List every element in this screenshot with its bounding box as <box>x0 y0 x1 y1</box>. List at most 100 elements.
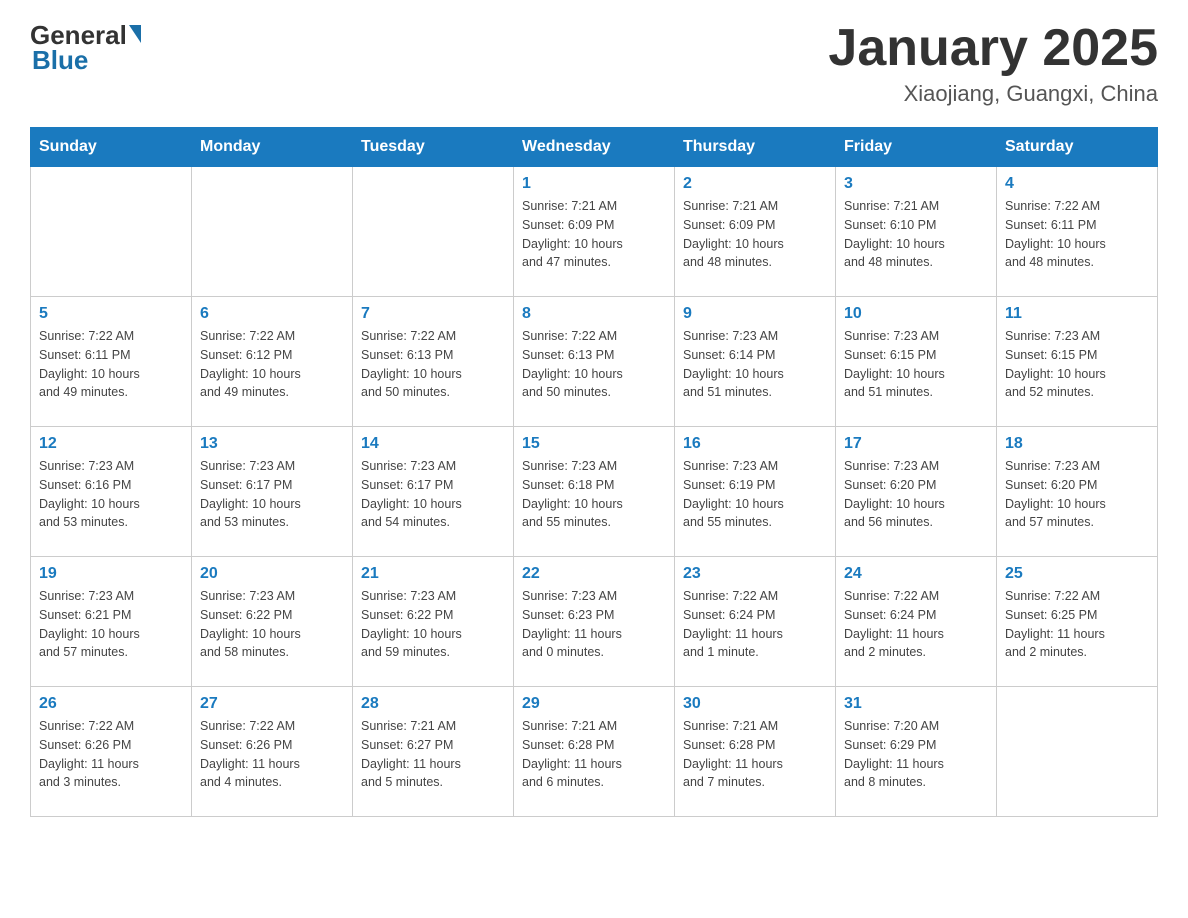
day-info: Sunrise: 7:22 AM Sunset: 6:26 PM Dayligh… <box>39 717 183 792</box>
day-number: 31 <box>844 695 988 713</box>
day-number: 19 <box>39 565 183 583</box>
weekday-monday: Monday <box>192 128 353 167</box>
logo: General Blue <box>30 20 141 76</box>
day-number: 2 <box>683 175 827 193</box>
day-info: Sunrise: 7:21 AM Sunset: 6:09 PM Dayligh… <box>683 197 827 272</box>
day-cell: 20Sunrise: 7:23 AM Sunset: 6:22 PM Dayli… <box>192 557 353 687</box>
day-number: 6 <box>200 305 344 323</box>
month-title: January 2025 <box>828 20 1158 77</box>
day-info: Sunrise: 7:23 AM Sunset: 6:23 PM Dayligh… <box>522 587 666 662</box>
day-number: 13 <box>200 435 344 453</box>
day-cell: 2 Sunrise: 7:21 AM Sunset: 6:09 PM Daylig… <box>675 167 836 297</box>
day-cell: 15Sunrise: 7:23 AM Sunset: 6:18 PM Dayli… <box>514 427 675 557</box>
day-number: 4 <box>1005 175 1149 193</box>
weekday-header-row: SundayMondayTuesdayWednesdayThursdayFrid… <box>31 128 1158 167</box>
day-info: Sunrise: 7:23 AM Sunset: 6:21 PM Dayligh… <box>39 587 183 662</box>
day-cell: 13 Sunrise: 7:23 AM Sunset: 6:17 PM Dayli… <box>192 427 353 557</box>
weekday-sunday: Sunday <box>31 128 192 167</box>
day-cell: 14 Sunrise: 7:23 AM Sunset: 6:17 PM Dayli… <box>353 427 514 557</box>
day-number: 22 <box>522 565 666 583</box>
day-number: 9 <box>683 305 827 323</box>
day-info: Sunrise: 7:21 AM Sunset: 6:09 PM Dayligh… <box>522 197 666 272</box>
day-number: 12 <box>39 435 183 453</box>
week-row-4: 19 Sunrise: 7:23 AM Sunset: 6:21 PM Dayli… <box>31 557 1158 687</box>
day-cell: 29 Sunrise: 7:21 AM Sunset: 6:28 PM Dayli… <box>514 687 675 817</box>
day-info: Sunrise: 7:21 AM Sunset: 6:27 PM Dayligh… <box>361 717 505 792</box>
day-info: Sunrise: 7:22 AM Sunset: 6:26 PM Dayligh… <box>200 717 344 792</box>
day-number: 24 <box>844 565 988 583</box>
day-cell: 8Sunrise: 7:22 AM Sunset: 6:13 PM Daylig… <box>514 297 675 427</box>
day-number: 3 <box>844 175 988 193</box>
weekday-saturday: Saturday <box>997 128 1158 167</box>
logo-triangle-icon <box>129 25 141 43</box>
day-cell: 1Sunrise: 7:21 AM Sunset: 6:09 PM Daylig… <box>514 167 675 297</box>
day-cell: 6 Sunrise: 7:22 AM Sunset: 6:12 PM Daylig… <box>192 297 353 427</box>
day-info: Sunrise: 7:22 AM Sunset: 6:11 PM Dayligh… <box>1005 197 1149 272</box>
week-row-3: 12Sunrise: 7:23 AM Sunset: 6:16 PM Dayli… <box>31 427 1158 557</box>
day-info: Sunrise: 7:23 AM Sunset: 6:22 PM Dayligh… <box>200 587 344 662</box>
day-info: Sunrise: 7:23 AM Sunset: 6:20 PM Dayligh… <box>844 457 988 532</box>
day-cell: 9 Sunrise: 7:23 AM Sunset: 6:14 PM Daylig… <box>675 297 836 427</box>
day-cell: 11 Sunrise: 7:23 AM Sunset: 6:15 PM Dayli… <box>997 297 1158 427</box>
day-number: 25 <box>1005 565 1149 583</box>
week-row-5: 26Sunrise: 7:22 AM Sunset: 6:26 PM Dayli… <box>31 687 1158 817</box>
weekday-tuesday: Tuesday <box>353 128 514 167</box>
title-block: January 2025 Xiaojiang, Guangxi, China <box>828 20 1158 107</box>
day-info: Sunrise: 7:22 AM Sunset: 6:24 PM Dayligh… <box>683 587 827 662</box>
day-number: 18 <box>1005 435 1149 453</box>
day-cell: 30 Sunrise: 7:21 AM Sunset: 6:28 PM Dayli… <box>675 687 836 817</box>
day-info: Sunrise: 7:23 AM Sunset: 6:22 PM Dayligh… <box>361 587 505 662</box>
day-number: 28 <box>361 695 505 713</box>
day-info: Sunrise: 7:23 AM Sunset: 6:17 PM Dayligh… <box>361 457 505 532</box>
day-number: 29 <box>522 695 666 713</box>
day-info: Sunrise: 7:23 AM Sunset: 6:17 PM Dayligh… <box>200 457 344 532</box>
day-number: 23 <box>683 565 827 583</box>
day-cell: 23 Sunrise: 7:22 AM Sunset: 6:24 PM Dayli… <box>675 557 836 687</box>
day-number: 14 <box>361 435 505 453</box>
day-cell: 28 Sunrise: 7:21 AM Sunset: 6:27 PM Dayli… <box>353 687 514 817</box>
weekday-thursday: Thursday <box>675 128 836 167</box>
location: Xiaojiang, Guangxi, China <box>828 81 1158 107</box>
day-info: Sunrise: 7:23 AM Sunset: 6:14 PM Dayligh… <box>683 327 827 402</box>
day-number: 10 <box>844 305 988 323</box>
day-info: Sunrise: 7:22 AM Sunset: 6:24 PM Dayligh… <box>844 587 988 662</box>
day-number: 7 <box>361 305 505 323</box>
day-info: Sunrise: 7:21 AM Sunset: 6:28 PM Dayligh… <box>683 717 827 792</box>
day-info: Sunrise: 7:23 AM Sunset: 6:15 PM Dayligh… <box>844 327 988 402</box>
day-number: 5 <box>39 305 183 323</box>
day-cell: 25 Sunrise: 7:22 AM Sunset: 6:25 PM Dayli… <box>997 557 1158 687</box>
day-number: 8 <box>522 305 666 323</box>
logo-blue-text: Blue <box>32 45 88 75</box>
day-cell: 18Sunrise: 7:23 AM Sunset: 6:20 PM Dayli… <box>997 427 1158 557</box>
day-number: 21 <box>361 565 505 583</box>
week-row-2: 5Sunrise: 7:22 AM Sunset: 6:11 PM Daylig… <box>31 297 1158 427</box>
day-cell <box>353 167 514 297</box>
day-info: Sunrise: 7:22 AM Sunset: 6:13 PM Dayligh… <box>361 327 505 402</box>
day-number: 17 <box>844 435 988 453</box>
day-cell: 26Sunrise: 7:22 AM Sunset: 6:26 PM Dayli… <box>31 687 192 817</box>
day-cell: 4 Sunrise: 7:22 AM Sunset: 6:11 PM Daylig… <box>997 167 1158 297</box>
day-cell <box>192 167 353 297</box>
weekday-friday: Friday <box>836 128 997 167</box>
day-info: Sunrise: 7:23 AM Sunset: 6:18 PM Dayligh… <box>522 457 666 532</box>
weekday-wednesday: Wednesday <box>514 128 675 167</box>
day-number: 27 <box>200 695 344 713</box>
day-cell: 16Sunrise: 7:23 AM Sunset: 6:19 PM Dayli… <box>675 427 836 557</box>
day-cell: 21 Sunrise: 7:23 AM Sunset: 6:22 PM Dayli… <box>353 557 514 687</box>
day-cell: 22 Sunrise: 7:23 AM Sunset: 6:23 PM Dayli… <box>514 557 675 687</box>
day-cell: 10 Sunrise: 7:23 AM Sunset: 6:15 PM Dayli… <box>836 297 997 427</box>
day-info: Sunrise: 7:22 AM Sunset: 6:12 PM Dayligh… <box>200 327 344 402</box>
day-info: Sunrise: 7:23 AM Sunset: 6:15 PM Dayligh… <box>1005 327 1149 402</box>
day-cell: 7 Sunrise: 7:22 AM Sunset: 6:13 PM Daylig… <box>353 297 514 427</box>
day-info: Sunrise: 7:21 AM Sunset: 6:28 PM Dayligh… <box>522 717 666 792</box>
day-cell: 31 Sunrise: 7:20 AM Sunset: 6:29 PM Dayli… <box>836 687 997 817</box>
day-number: 16 <box>683 435 827 453</box>
day-info: Sunrise: 7:20 AM Sunset: 6:29 PM Dayligh… <box>844 717 988 792</box>
week-row-1: 1Sunrise: 7:21 AM Sunset: 6:09 PM Daylig… <box>31 167 1158 297</box>
page-header: General Blue January 2025 Xiaojiang, Gua… <box>30 20 1158 107</box>
day-number: 30 <box>683 695 827 713</box>
day-info: Sunrise: 7:22 AM Sunset: 6:25 PM Dayligh… <box>1005 587 1149 662</box>
day-number: 11 <box>1005 305 1149 323</box>
day-cell <box>997 687 1158 817</box>
day-cell: 19 Sunrise: 7:23 AM Sunset: 6:21 PM Dayli… <box>31 557 192 687</box>
